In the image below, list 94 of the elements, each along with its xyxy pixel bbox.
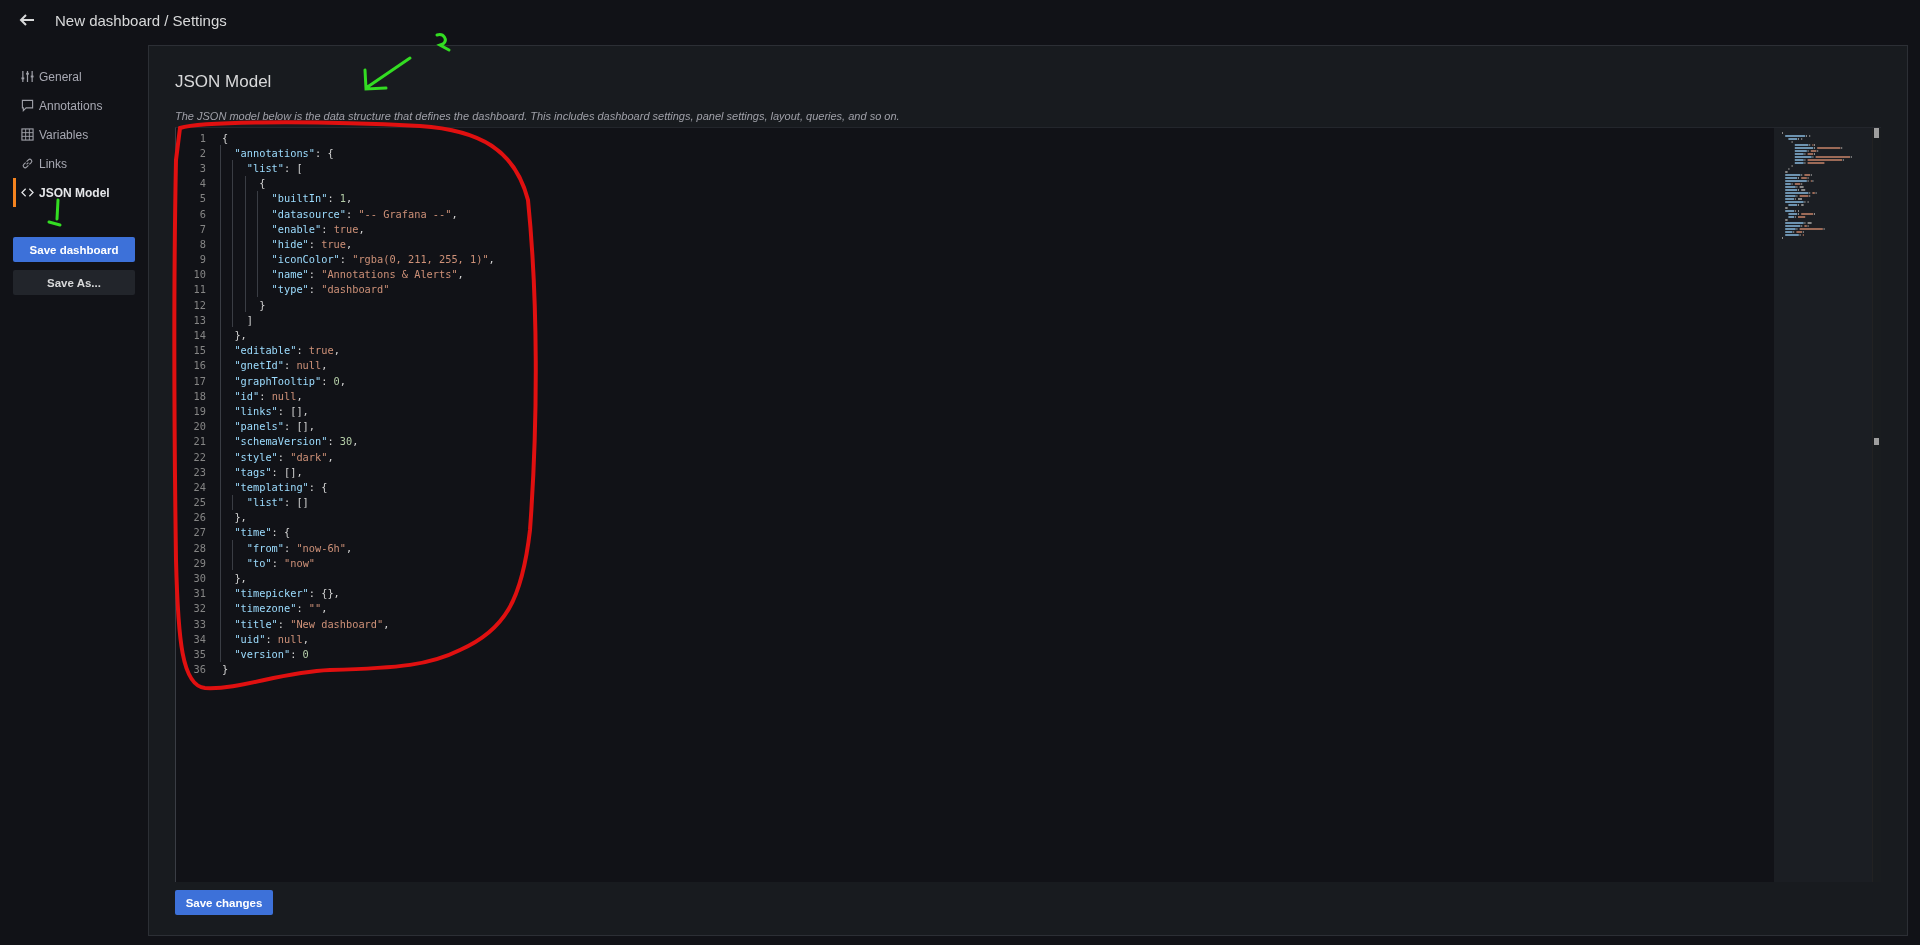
sidebar-item[interactable]: Links — [13, 149, 135, 178]
code-line: "datasource": "-- Grafana --", — [270, 207, 458, 220]
line-number: 20 — [192, 420, 206, 433]
line-number: 5 — [198, 192, 206, 205]
code-line: } — [222, 663, 229, 676]
code-line: "tags": [], — [233, 465, 303, 478]
line-number: 2 — [198, 146, 206, 159]
code-line: "to": "now" — [245, 556, 316, 569]
line-number: 18 — [192, 389, 206, 402]
code-line: "uid": null, — [233, 632, 309, 645]
code-line: "links": [], — [233, 404, 309, 417]
line-number: 11 — [192, 283, 206, 296]
code-line: "annotations": { — [233, 146, 334, 159]
line-number: 29 — [192, 556, 206, 569]
sliders-icon — [21, 70, 34, 83]
line-number: 22 — [192, 450, 206, 463]
line-number: 21 — [192, 435, 206, 448]
back-arrow-icon[interactable] — [19, 12, 35, 28]
code-line: "hide": true, — [270, 237, 353, 250]
code-line: "panels": [], — [233, 420, 316, 433]
code-line: "builtIn": 1, — [270, 192, 353, 205]
line-number: 31 — [192, 587, 206, 600]
code-line: "version": 0 — [233, 647, 309, 660]
code-line: "title": "New dashboard", — [233, 617, 390, 630]
code-line: }, — [233, 572, 247, 585]
line-number: 8 — [198, 237, 206, 250]
code-line: "id": null, — [233, 389, 303, 402]
line-number: 17 — [192, 374, 206, 387]
save-as-button[interactable]: Save As... — [13, 270, 135, 295]
sidebar-item[interactable]: General — [13, 62, 135, 91]
line-number: 9 — [198, 253, 206, 266]
code-line: "timepicker": {}, — [233, 587, 340, 600]
code-line: }, — [233, 511, 247, 524]
code-line: "iconColor": "rgba(0, 211, 255, 1)", — [270, 253, 495, 266]
line-number: 28 — [192, 541, 206, 554]
code-line: } — [258, 298, 266, 311]
page-title: New dashboard / Settings — [55, 11, 227, 29]
code-line: "gnetId": null, — [233, 359, 328, 372]
line-number: 1 — [198, 131, 206, 144]
line-number: 23 — [192, 465, 206, 478]
code-line: "list": [] — [245, 496, 309, 509]
code-line: { — [258, 177, 266, 190]
line-number: 19 — [192, 404, 206, 417]
line-number: 14 — [192, 329, 206, 342]
line-number: 7 — [198, 222, 206, 235]
line-number: 24 — [192, 480, 206, 493]
section-description: The JSON model below is the data structure that defines the dashboard. This includes dashboard settings, panel settings, layout, queries, and so on. — [175, 110, 900, 122]
line-number: 32 — [192, 602, 206, 615]
line-number: 6 — [198, 207, 206, 220]
save-changes-button[interactable]: Save changes — [175, 890, 273, 915]
code-line: "timezone": "", — [233, 602, 328, 615]
sidebar-item[interactable]: Annotations — [13, 91, 135, 120]
code-line: "time": { — [233, 526, 291, 539]
line-number: 16 — [192, 359, 206, 372]
code-line: "name": "Annotations & Alerts", — [270, 268, 464, 281]
code-icon — [21, 186, 34, 199]
link-icon — [21, 157, 34, 170]
line-number: 26 — [192, 511, 206, 524]
annotation-arrow-drawing — [363, 56, 412, 91]
scroll-marker — [1874, 438, 1879, 445]
code-line: "style": "dark", — [233, 450, 334, 463]
comment-icon — [21, 99, 34, 112]
code-line: "type": "dashboard" — [270, 283, 390, 296]
code-line: "list": [ — [245, 161, 303, 174]
code-line: "graphTooltip": 0, — [233, 374, 346, 387]
sidebar-item[interactable]: JSON Model — [13, 178, 135, 207]
code-line: "templating": { — [233, 480, 328, 493]
code-line: "schemaVersion": 30, — [233, 435, 359, 448]
line-number: 30 — [192, 572, 206, 585]
line-number: 13 — [192, 313, 206, 326]
grid-icon — [21, 128, 34, 141]
save-dashboard-button[interactable]: Save dashboard — [13, 237, 135, 262]
line-number: 34 — [192, 632, 206, 645]
line-number: 4 — [198, 177, 206, 190]
annotation-mark — [435, 33, 451, 52]
code-line: "editable": true, — [233, 344, 340, 357]
line-number: 10 — [192, 268, 206, 281]
code-line: }, — [233, 329, 247, 342]
line-number: 25 — [192, 496, 206, 509]
line-number: 3 — [198, 161, 206, 174]
code-line: { — [222, 131, 229, 144]
code-line: "enable": true, — [270, 222, 365, 235]
sidebar-item[interactable]: Variables — [13, 120, 135, 149]
line-number: 27 — [192, 526, 206, 539]
line-number: 35 — [192, 647, 206, 660]
line-number: 15 — [192, 344, 206, 357]
section-title: JSON Model — [175, 72, 272, 92]
code-line: "from": "now-6h", — [245, 541, 353, 554]
line-number: 36 — [192, 663, 206, 676]
line-number: 33 — [192, 617, 206, 630]
code-line: ] — [245, 313, 253, 326]
scrollbar-thumb[interactable] — [1874, 128, 1879, 138]
line-number: 12 — [192, 298, 206, 311]
annotation-mark — [47, 198, 62, 227]
